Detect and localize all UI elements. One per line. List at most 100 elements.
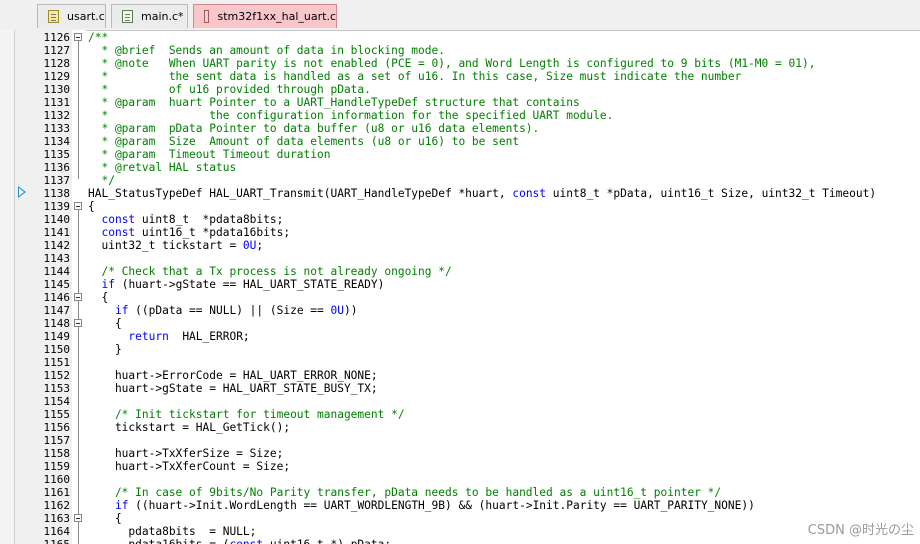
- line-number: 1130: [43, 83, 71, 96]
- line-number: 1146: [43, 291, 71, 304]
- line-number: 1143: [43, 252, 71, 265]
- line-number: 1150: [43, 343, 71, 356]
- code-line[interactable]: 1153 huart->gState = HAL_UART_STATE_BUSY…: [0, 382, 920, 395]
- code-line[interactable]: 1134 * @param Size Amount of data elemen…: [0, 135, 920, 148]
- line-number: 1140: [43, 213, 71, 226]
- code-line[interactable]: 1133 * @param pData Pointer to data buff…: [0, 122, 920, 135]
- code-text: /**: [88, 31, 109, 44]
- line-number: 1129: [43, 70, 71, 83]
- code-line[interactable]: 1160: [0, 473, 920, 486]
- code-text: * @param Size Amount of data elements (u…: [88, 135, 520, 148]
- line-number: 1145: [43, 278, 71, 291]
- code-text: */: [88, 174, 115, 187]
- code-line[interactable]: 1137 */: [0, 174, 920, 187]
- line-number: 1128: [43, 57, 71, 70]
- code-line[interactable]: 1164 pdata8bits = NULL;: [0, 525, 920, 538]
- code-line[interactable]: 1165 pdata16bits = (const uint16_t *) pD…: [0, 538, 920, 544]
- line-number: 1154: [43, 395, 71, 408]
- code-line[interactable]: 1155 /* Init tickstart for timeout manag…: [0, 408, 920, 421]
- code-line[interactable]: 1130 * of u16 provided through pData.: [0, 83, 920, 96]
- code-line[interactable]: 1157: [0, 434, 920, 447]
- line-number: 1164: [43, 525, 71, 538]
- code-line[interactable]: 1159 huart->TxXferCount = Size;: [0, 460, 920, 473]
- code-text: return HAL_ERROR;: [128, 330, 250, 343]
- fold-toggle-icon[interactable]: [74, 202, 82, 210]
- code-text: if ((huart->Init.WordLength == UART_WORD…: [114, 499, 755, 512]
- code-line[interactable]: 1150 }: [0, 343, 920, 356]
- code-line[interactable]: 1162 if ((huart->Init.WordLength == UART…: [0, 499, 920, 512]
- code-line[interactable]: 1139 {: [0, 200, 920, 213]
- code-text: * @retval HAL status: [88, 161, 237, 174]
- code-line[interactable]: 1146 {: [0, 291, 920, 304]
- fold-toggle-icon[interactable]: [74, 514, 82, 522]
- code-text: if (huart->gState == HAL_UART_STATE_READ…: [101, 278, 385, 291]
- code-line[interactable]: 1138 HAL_StatusTypeDef HAL_UART_Transmit(…: [0, 187, 920, 200]
- tab-stm32f1xx-hal-uart-c[interactable]: stm32f1xx_hal_uart.c: [193, 4, 337, 28]
- code-text: * of u16 provided through pData.: [88, 83, 371, 96]
- editor-tab-bar: usart.c main.c* stm32f1xx_hal_uart.c: [0, 0, 920, 31]
- code-line[interactable]: 1148 {: [0, 317, 920, 330]
- code-line[interactable]: 1126 /**: [0, 31, 920, 44]
- code-line[interactable]: 1149 return HAL_ERROR;: [0, 330, 920, 343]
- tab-usart-c[interactable]: usart.c: [37, 4, 106, 28]
- line-number: 1156: [43, 421, 71, 434]
- fold-toggle-icon[interactable]: [74, 293, 82, 301]
- code-line[interactable]: 1145 if (huart->gState == HAL_UART_STATE…: [0, 278, 920, 291]
- code-text: HAL_StatusTypeDef HAL_UART_Transmit(UART…: [88, 187, 877, 200]
- code-text: {: [88, 200, 95, 213]
- code-text: {: [88, 512, 122, 525]
- code-line[interactable]: 1132 * the configuration information for…: [0, 109, 920, 122]
- code-text: * @param pData Pointer to data buffer (u…: [88, 122, 540, 135]
- code-line[interactable]: 1129 * the sent data is handled as a set…: [0, 70, 920, 83]
- line-number: 1142: [43, 239, 71, 252]
- code-line[interactable]: 1158 huart->TxXferSize = Size;: [0, 447, 920, 460]
- code-editor[interactable]: 1126/** 1127 * @brief Sends an amount of …: [0, 30, 920, 544]
- code-text: huart->gState = HAL_UART_STATE_BUSY_TX;: [88, 382, 378, 395]
- code-text: uint32_t tickstart = 0U;: [88, 239, 264, 252]
- code-line[interactable]: 1142 uint32_t tickstart = 0U;: [0, 239, 920, 252]
- current-line-arrow-icon: [18, 186, 26, 198]
- code-text: tickstart = HAL_GetTick();: [88, 421, 291, 434]
- code-line[interactable]: 1141 const uint16_t *pdata16bits;: [0, 226, 920, 239]
- code-line[interactable]: 1128 * @note When UART parity is not ena…: [0, 57, 920, 70]
- code-line[interactable]: 1144 /* Check that a Tx process is not a…: [0, 265, 920, 278]
- code-line[interactable]: 1154: [0, 395, 920, 408]
- code-line[interactable]: 1135 * @param Timeout Timeout duration: [0, 148, 920, 161]
- code-text: pdata8bits = NULL;: [88, 525, 257, 538]
- line-number: 1161: [43, 486, 71, 499]
- code-line[interactable]: 1143: [0, 252, 920, 265]
- code-text: }: [88, 343, 122, 356]
- code-line[interactable]: 1163 {: [0, 512, 920, 525]
- line-number: 1158: [43, 447, 71, 460]
- tab-main-c[interactable]: main.c*: [111, 4, 188, 28]
- line-number: 1157: [43, 434, 71, 447]
- line-number: 1135: [43, 148, 71, 161]
- code-text: * @param huart Pointer to a UART_HandleT…: [88, 96, 580, 109]
- line-number: 1136: [43, 161, 71, 174]
- line-number: 1147: [43, 304, 71, 317]
- code-text: * @param Timeout Timeout duration: [88, 148, 331, 161]
- fold-toggle-icon[interactable]: [74, 33, 82, 41]
- code-line[interactable]: 1152 huart->ErrorCode = HAL_UART_ERROR_N…: [0, 369, 920, 382]
- line-number: 1149: [43, 330, 71, 343]
- line-number: 1155: [43, 408, 71, 421]
- code-line[interactable]: 1147 if ((pData == NULL) || (Size == 0U)…: [0, 304, 920, 317]
- code-line[interactable]: 1131 * @param huart Pointer to a UART_Ha…: [0, 96, 920, 109]
- c-file-icon: [204, 10, 210, 23]
- line-number: 1165: [15, 538, 71, 544]
- code-line[interactable]: 1127 * @brief Sends an amount of data in…: [0, 44, 920, 57]
- code-text: * @brief Sends an amount of data in bloc…: [88, 44, 445, 57]
- code-line[interactable]: 1161 /* In case of 9bits/No Parity trans…: [0, 486, 920, 499]
- code-line[interactable]: 1136 * @retval HAL status: [0, 161, 920, 174]
- code-text: const uint16_t *pdata16bits;: [101, 226, 291, 239]
- code-line[interactable]: 1151: [0, 356, 920, 369]
- tab-label: usart.c: [67, 10, 105, 23]
- code-text: /* Check that a Tx process is not alread…: [88, 265, 452, 278]
- line-number: 1141: [43, 226, 71, 239]
- line-number: 1159: [43, 460, 71, 473]
- line-number: 1162: [43, 499, 71, 512]
- code-line[interactable]: 1156 tickstart = HAL_GetTick();: [0, 421, 920, 434]
- fold-toggle-icon[interactable]: [74, 319, 82, 327]
- tab-label: stm32f1xx_hal_uart.c: [217, 10, 336, 23]
- code-line[interactable]: 1140 const uint8_t *pdata8bits;: [0, 213, 920, 226]
